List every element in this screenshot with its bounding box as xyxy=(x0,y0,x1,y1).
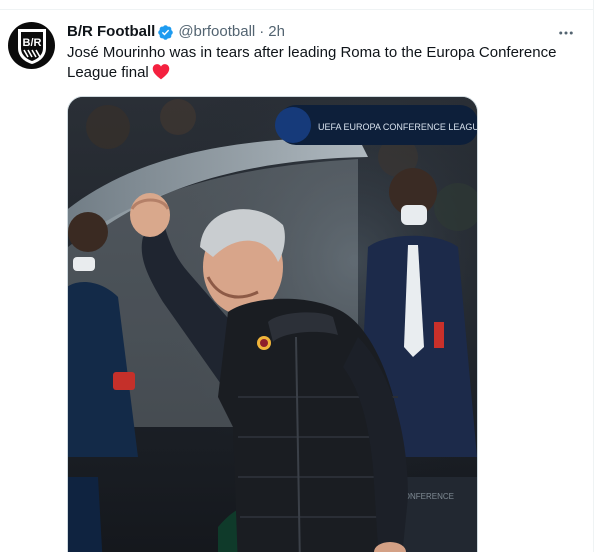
top-divider xyxy=(0,0,594,10)
tweet-header: B/R Football @brfootball · 2h xyxy=(67,22,285,42)
tweet-text: José Mourinho was in tears after leading… xyxy=(67,44,557,81)
red-heart-emoji-icon xyxy=(152,64,169,80)
separator-dot: · xyxy=(259,23,265,40)
timeline-page: B/R B/R Football @brfootball · 2h José M… xyxy=(0,0,594,552)
verified-badge-icon xyxy=(158,24,174,40)
banner-text: UEFA EUROPA CONFERENCE LEAGUE xyxy=(318,122,477,132)
photo-mourinho-celebrating: UEFA EUROPA CONFERENCE LEAGUE CONFERENCE xyxy=(68,97,477,552)
tweet-text-container: José Mourinho was in tears after leading… xyxy=(67,43,572,83)
timestamp[interactable]: 2h xyxy=(268,22,285,42)
br-logo-icon: B/R xyxy=(17,28,46,64)
more-horizontal-icon xyxy=(559,31,573,35)
display-name[interactable]: B/R Football xyxy=(67,22,155,42)
user-handle[interactable]: @brfootball xyxy=(178,22,255,42)
avatar[interactable]: B/R xyxy=(8,22,55,69)
logo-text: B/R xyxy=(22,37,41,49)
tweet[interactable]: B/R B/R Football @brfootball · 2h José M… xyxy=(0,10,593,552)
tweet-photo[interactable]: UEFA EUROPA CONFERENCE LEAGUE CONFERENCE xyxy=(67,96,478,552)
